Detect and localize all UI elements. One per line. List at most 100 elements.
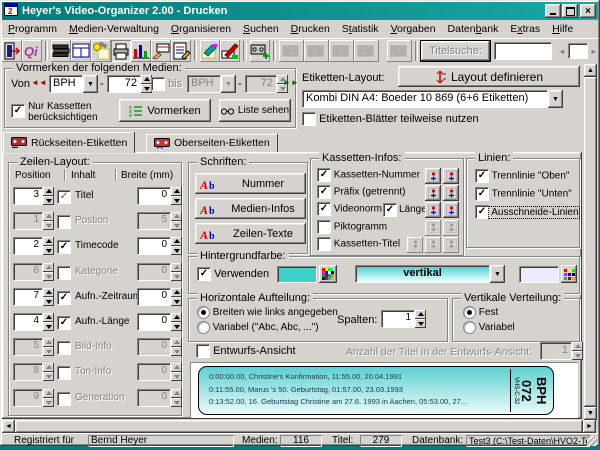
laenge-checkbox[interactable] [383,203,397,217]
spinner-up-arrow[interactable] [171,237,182,246]
print-button[interactable] [111,40,131,62]
spinner-up-arrow[interactable] [43,313,54,322]
chevron-down-icon[interactable]: ▼ [490,265,505,283]
nur-kassetten-checkbox[interactable] [11,104,25,118]
inhalt-checkbox[interactable] [57,316,71,330]
scroll-up-arrow[interactable]: ▲ [584,64,597,77]
verwenden-checkbox[interactable] [197,267,211,281]
exit-button[interactable] [2,40,22,62]
spinner-up-arrow[interactable] [171,313,182,322]
spinner-up-arrow[interactable] [415,310,426,319]
menu-item-organisieren[interactable]: Organisieren [165,21,237,37]
schrift-medien-infos-button[interactable]: Ab Medien-Infos [195,198,306,219]
spinner-up-arrow[interactable] [171,187,182,196]
etiketten-layout-combo[interactable]: Kombi DIN A4: Boeder 10 869 (6+6 Etikett… [302,90,563,108]
position-icon-button[interactable] [443,168,459,184]
position-icon-button[interactable] [443,185,459,201]
prefix-from-combo[interactable]: BPH▼ [49,75,98,93]
inhalt-checkbox[interactable] [57,291,71,305]
kassetten-info-checkbox[interactable] [317,168,331,182]
schrift-zeilen-texte-button[interactable]: Ab Zeilen-Texte [195,223,306,244]
spinner-down-arrow[interactable] [171,246,182,255]
spalten-spinner[interactable]: 1 [381,310,426,328]
liste-sehen-button[interactable]: Liste sehen [219,99,291,122]
breiten-radio[interactable] [197,306,210,319]
teilweise-checkbox[interactable] [302,112,316,126]
position-spinner[interactable]: 4 [13,313,54,331]
spinner-down-arrow[interactable] [171,196,182,205]
spinner-down-arrow[interactable] [43,322,54,331]
resize-grip[interactable] [587,436,597,446]
spinner-up-arrow[interactable] [171,288,182,297]
scroll-right-arrow[interactable]: ► [583,420,596,433]
statistics-button[interactable] [131,40,151,62]
linien-checkbox[interactable] [475,205,489,219]
label-pen-button[interactable] [220,40,240,62]
scroll-left-arrow[interactable]: ◄ [2,420,15,433]
position-icon-button[interactable] [443,202,459,218]
position-spinner[interactable]: 3 [13,187,54,205]
label-design-button[interactable] [200,40,220,62]
menu-item-hilfe[interactable]: Hilfe [546,21,579,37]
horizontal-scroll-thumb[interactable] [15,420,583,433]
vertical-scroll-thumb[interactable] [584,77,597,407]
maximize-button[interactable] [562,4,578,18]
variabel2-radio[interactable] [463,321,476,334]
tab-oberseiten[interactable]: Oberseiten-Etiketten [146,134,278,152]
linien-checkbox[interactable] [475,187,489,201]
menu-item-suchen[interactable]: Suchen [237,21,285,37]
menu-item-programm[interactable]: Programm [2,21,63,37]
spinner-down-arrow[interactable] [43,196,54,205]
tab-rueckseiten[interactable]: Rückseiten-Etiketten [3,132,135,153]
fest-radio[interactable] [463,306,476,319]
breite-spinner[interactable]: 0 [137,187,182,205]
menu-item-vorgaben[interactable]: Vorgaben [385,21,442,37]
horizontal-scrollbar[interactable]: ◄ ► [2,420,596,433]
gradient-direction-combo[interactable]: vertikal▼ [355,265,505,283]
inhalt-checkbox[interactable] [57,366,71,380]
chevron-down-icon[interactable]: ▼ [548,90,563,108]
inhalt-checkbox[interactable] [57,392,71,406]
from-number-spinner[interactable]: 72 [107,75,152,93]
bis-checkbox[interactable] [151,77,165,91]
spinner-down-arrow[interactable] [415,319,426,328]
color-palette-button-2[interactable] [561,265,577,283]
spinner-down-arrow[interactable] [43,297,54,306]
inhalt-checkbox[interactable] [57,341,71,355]
menu-item-drucken[interactable]: Drucken [285,21,336,37]
kassetten-info-checkbox[interactable] [317,185,331,199]
scroll-down-arrow[interactable]: ▼ [584,407,597,420]
title-search-input[interactable] [494,42,552,60]
position-icon-button[interactable] [425,202,441,218]
color-palette-button[interactable] [319,265,337,283]
quick-info-button[interactable]: Qi [22,40,42,62]
linien-checkbox[interactable] [475,169,489,183]
menu-item-extras[interactable]: Extras [504,21,546,37]
breite-spinner[interactable]: 0 [137,288,182,306]
entwurfs-ansicht-checkbox[interactable] [196,344,210,358]
menu-item-statistik[interactable]: Statistik [336,21,385,37]
organize-button[interactable] [71,40,91,62]
spinner-down-arrow[interactable] [43,246,54,255]
last-media-icon[interactable]: ►► [283,78,299,87]
spinner-down-arrow[interactable] [171,322,182,331]
search-button[interactable] [91,40,111,62]
kassetten-info-checkbox[interactable] [317,237,331,251]
vormerken-button[interactable]: xxx Vormerken [119,99,211,122]
spinner-up-arrow[interactable] [43,237,54,246]
schrift-nummer-button[interactable]: Ab Nummer [195,173,306,194]
breite-spinner[interactable]: 0 [137,313,182,331]
kassetten-info-checkbox[interactable] [317,202,331,216]
breite-spinner[interactable]: 0 [137,237,182,255]
menu-item-datenbank[interactable]: Datenbank [442,21,505,37]
position-icon-button[interactable] [425,185,441,201]
close-button[interactable]: × [580,4,596,18]
inhalt-checkbox[interactable] [57,240,71,254]
spinner-down-arrow[interactable] [171,297,182,306]
vertical-scrollbar[interactable]: ▲ ▼ [584,64,597,420]
inhalt-checkbox[interactable] [57,215,71,229]
print-list-button[interactable] [171,40,191,62]
spinner-up-arrow[interactable] [43,187,54,196]
defaults-button[interactable] [151,40,171,62]
minimize-button[interactable] [545,4,561,18]
